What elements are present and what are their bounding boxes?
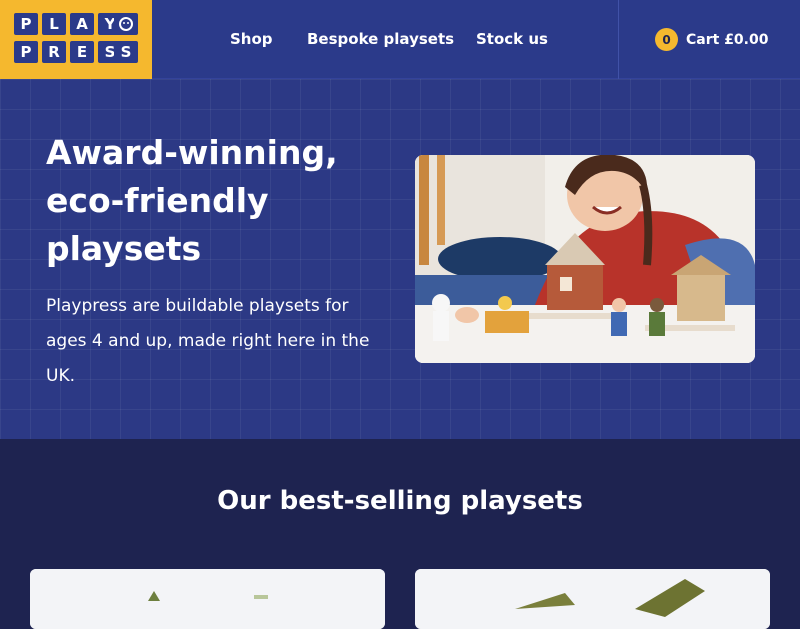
nav-stock-us[interactable]: Stock us [476,30,548,48]
header-divider [618,0,619,79]
logo-letter: P [14,41,38,63]
cart-button[interactable]: 0 Cart £0.00 [655,28,768,51]
bestsellers-section: Our best-selling playsets [0,439,800,629]
logo-letter: E [70,41,94,63]
cart-count-badge: 0 [655,28,678,51]
product-card[interactable] [415,569,770,629]
logo-face-icon [114,13,138,35]
logo-letter: P [14,13,38,35]
product-image-icon [30,569,385,629]
site-header: P L A Y P R E S S Shop Bespoke playsets … [0,0,800,79]
hero-title: Award-winning, eco-friendly playsets [46,133,338,268]
nav-shop[interactable]: Shop [230,30,273,48]
hero-photo [415,155,755,363]
hero-description: Playpress are buildable playsets for age… [46,296,370,386]
logo-letter: R [42,41,66,63]
logo[interactable]: P L A Y P R E S S [0,0,152,79]
photo-child-playing-icon [415,155,755,363]
logo-grid: P L A Y P R E S [14,13,122,63]
section-title: Our best-selling playsets [217,486,583,516]
logo-letter: A [70,13,94,35]
cart-label: Cart £0.00 [686,31,769,48]
product-image-icon [415,569,770,629]
logo-letter: L [42,13,66,35]
product-card[interactable] [30,569,385,629]
nav-bespoke-playsets[interactable]: Bespoke playsets [307,30,454,48]
hero-section: Award-winning, eco-friendly playsets Pla… [0,79,800,439]
logo-letter: S [114,41,138,63]
